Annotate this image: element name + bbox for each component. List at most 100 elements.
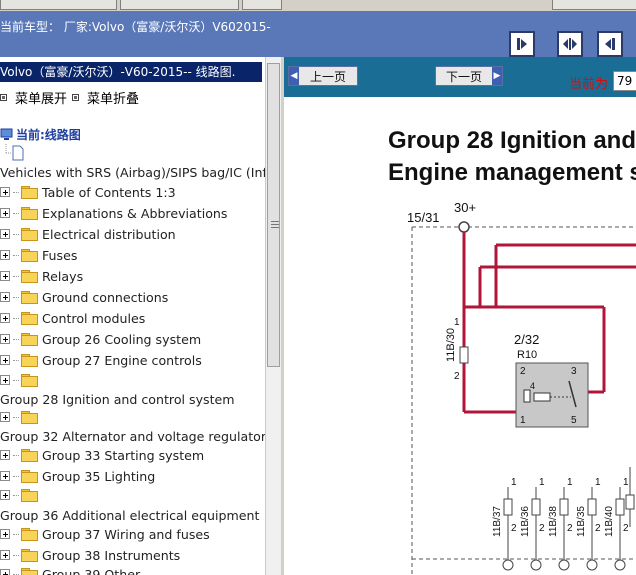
tree-item-relays[interactable]: Relays bbox=[0, 267, 83, 285]
bullet-icon bbox=[72, 94, 79, 101]
expand-icon[interactable] bbox=[0, 550, 10, 560]
tree-item-group-27[interactable]: Group 27 Engine controls bbox=[0, 351, 202, 369]
relay-pin-1: 1 bbox=[520, 415, 526, 426]
tree-item-label: Group 38 Instruments bbox=[42, 547, 181, 563]
tree-item-label: Explanations & Abbreviations bbox=[42, 205, 228, 221]
svg-text:2: 2 bbox=[511, 523, 517, 534]
tree-item-electrical-distribution[interactable]: Electrical distribution bbox=[0, 225, 176, 243]
tree-item-control-modules[interactable]: Control modules bbox=[0, 309, 145, 327]
tree-item-folder[interactable] bbox=[0, 408, 42, 426]
scrollbar-thumb[interactable] bbox=[267, 63, 280, 367]
svg-text:1: 1 bbox=[623, 477, 629, 488]
tree-item-label: Group 26 Cooling system bbox=[42, 331, 202, 347]
expand-icon[interactable] bbox=[0, 250, 10, 260]
viewer-toolbar: ◀ 上一页 下一页 ▶ 当前为 79 bbox=[284, 57, 636, 97]
window-top-strip bbox=[0, 0, 636, 11]
expand-icon[interactable] bbox=[0, 187, 10, 197]
expand-icon[interactable] bbox=[0, 569, 10, 575]
tree-item-group-36[interactable]: Group 36 Additional electrical equipment bbox=[0, 506, 259, 524]
tree-item-group-32[interactable]: Group 32 Alternator and voltage regulato… bbox=[0, 427, 265, 445]
fuse-30 bbox=[459, 346, 469, 364]
expand-icon[interactable] bbox=[0, 450, 10, 460]
expand-icon[interactable] bbox=[0, 355, 10, 365]
folder-icon bbox=[21, 528, 38, 541]
relay-coil bbox=[523, 389, 531, 403]
tree-item-label: Group 37 Wiring and fuses bbox=[42, 526, 210, 542]
tree-item-explanations[interactable]: Explanations & Abbreviations bbox=[0, 204, 227, 222]
expand-icon[interactable] bbox=[0, 412, 10, 422]
expand-icon[interactable] bbox=[0, 229, 10, 239]
svg-text:2: 2 bbox=[539, 523, 545, 534]
prev-page-button[interactable]: ◀ 上一页 bbox=[288, 66, 358, 86]
tree-item-label: Group 32 Alternator and voltage regulato… bbox=[0, 428, 265, 444]
toolbar-button[interactable] bbox=[0, 0, 117, 10]
tree-item-label: Group 35 Lighting bbox=[42, 468, 156, 484]
tree-item-group-37[interactable]: Group 37 Wiring and fuses bbox=[0, 525, 210, 543]
relay-name-label: R10 bbox=[517, 349, 537, 361]
tree-item-folder[interactable] bbox=[0, 486, 42, 504]
grip-icon bbox=[271, 221, 279, 230]
tree-item-toc[interactable]: Table of Contents 1:3 bbox=[0, 183, 176, 201]
arrow-left-icon: ◀ bbox=[289, 67, 299, 85]
power-terminal bbox=[458, 221, 470, 233]
folder-icon bbox=[21, 249, 38, 262]
tree-item-fuses[interactable]: Fuses bbox=[0, 246, 77, 264]
tree-item-label: Relays bbox=[42, 268, 84, 284]
tree-item-group-38[interactable]: Group 38 Instruments bbox=[0, 546, 180, 564]
expand-icon[interactable] bbox=[0, 313, 10, 323]
next-page-button[interactable]: 下一页 ▶ bbox=[435, 66, 503, 86]
tree-item-ground[interactable]: Ground connections bbox=[0, 288, 168, 306]
folder-icon bbox=[21, 374, 38, 387]
toolbar-button[interactable] bbox=[242, 0, 282, 10]
tree-item-group-28[interactable]: Group 28 Ignition and control system bbox=[0, 390, 235, 408]
document-title-line2: Engine management system bbox=[388, 159, 636, 186]
expand-icon[interactable] bbox=[0, 375, 10, 385]
tree-item-label: Control modules bbox=[42, 310, 146, 326]
folder-icon bbox=[21, 489, 38, 502]
arrow-left-icon bbox=[605, 38, 615, 50]
page-forward-button[interactable] bbox=[509, 31, 535, 57]
collapse-menu-label: 菜单折叠 bbox=[87, 92, 140, 107]
expand-menu-link[interactable]: 菜单展开 bbox=[0, 88, 67, 107]
vehicle-info: 当前车型： 厂家:Volvo（富豪/沃尔沃）V602015- bbox=[0, 18, 271, 35]
terminal-row bbox=[502, 559, 626, 571]
toolbar-button[interactable] bbox=[120, 0, 239, 10]
terminal-power-label: 30+ bbox=[454, 200, 476, 215]
expand-icon[interactable] bbox=[0, 271, 10, 281]
tree-item-group-39[interactable]: Group 39 Other bbox=[0, 565, 140, 575]
current-node[interactable]: 当前:线路图 bbox=[0, 126, 81, 143]
folder-icon bbox=[21, 411, 38, 424]
fit-page-button[interactable] bbox=[557, 31, 583, 57]
tree-item-group-33[interactable]: Group 33 Starting system bbox=[0, 446, 204, 464]
tree-item-folder[interactable] bbox=[0, 371, 42, 389]
current-page-label: 当前为 bbox=[569, 77, 609, 92]
svg-text:2: 2 bbox=[623, 523, 629, 534]
tree-item-root[interactable]: Vehicles with SRS (Airbag)/SIPS bag/IC (… bbox=[0, 163, 265, 181]
expand-icon[interactable] bbox=[0, 490, 10, 500]
page-icon bbox=[5, 144, 24, 161]
toolbar-button[interactable] bbox=[552, 0, 636, 10]
folder-icon bbox=[21, 270, 38, 283]
partial-fuse bbox=[625, 494, 635, 510]
svg-text:1: 1 bbox=[539, 477, 545, 488]
folder-icon bbox=[21, 449, 38, 462]
expand-icon[interactable] bbox=[0, 471, 10, 481]
folder-icon bbox=[21, 470, 38, 483]
fuse-37: 1 2 11B/37 bbox=[492, 477, 517, 565]
fuse-35-label: 11B/35 bbox=[576, 506, 587, 537]
expand-icon[interactable] bbox=[0, 334, 10, 344]
page-back-button[interactable] bbox=[597, 31, 623, 57]
wire-30-label: 11B/30 bbox=[445, 328, 457, 362]
tree-item-label: Ground connections bbox=[42, 289, 169, 305]
tree-item-label: Group 28 Ignition and control system bbox=[0, 391, 235, 407]
relay-pin-5: 5 bbox=[571, 415, 577, 426]
nav-scrollbar[interactable] bbox=[265, 57, 282, 575]
relay-pin-2: 2 bbox=[520, 366, 526, 377]
expand-icon[interactable] bbox=[0, 292, 10, 302]
expand-icon[interactable] bbox=[0, 529, 10, 539]
page-number-field[interactable]: 79 bbox=[613, 71, 636, 91]
tree-item-group-26[interactable]: Group 26 Cooling system bbox=[0, 330, 201, 348]
tree-item-group-35[interactable]: Group 35 Lighting bbox=[0, 467, 155, 485]
expand-icon[interactable] bbox=[0, 208, 10, 218]
collapse-menu-link[interactable]: 菜单折叠 bbox=[72, 88, 139, 107]
